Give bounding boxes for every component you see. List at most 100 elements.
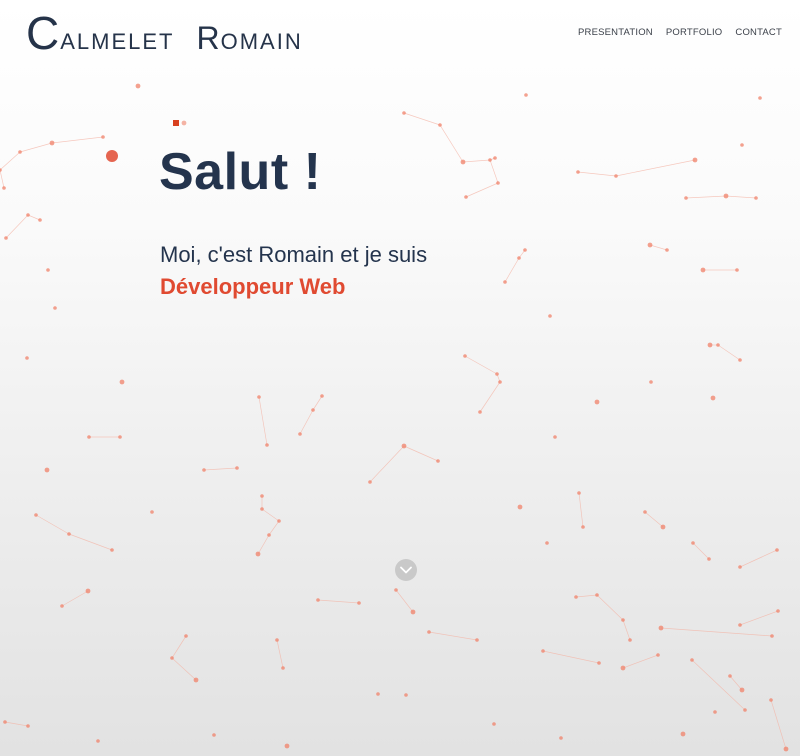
particle-link [462,159,491,163]
particle-dot [110,548,114,552]
particle-dot [692,157,698,163]
logo-first-rest: ALMELET [60,29,175,54]
particle-link [261,508,280,522]
particle-dot [150,510,154,514]
particle-link [5,214,29,239]
particle-dot [735,268,739,272]
particle-dot [463,354,467,358]
particle-dot [738,623,742,627]
scroll-down-button[interactable] [395,559,417,581]
particle-dot [311,408,315,412]
particle-link [257,534,270,555]
particle-dot [118,435,122,439]
nav-presentation[interactable]: PRESENTATION [578,27,653,38]
particle-link [51,136,104,144]
particle-dot [96,739,100,743]
particle-dot [690,658,694,662]
particle-dot [135,83,141,89]
particle-link [542,650,600,664]
particle-dot [368,480,372,484]
particle-dot [401,443,407,449]
particle-dot [743,708,747,712]
particle-dot [235,466,239,470]
particle-dot [478,410,482,414]
particle-dot [281,666,285,670]
particle-dot [707,342,713,348]
particle-dot [26,724,30,728]
particle-dot [574,595,578,599]
particle-link [596,594,624,621]
particle-dot [503,280,507,284]
particle-dot [46,268,50,272]
particle-link [622,654,659,669]
particle-dot [495,372,499,376]
particle-dot [2,186,6,190]
particle-dot [553,435,557,439]
particle-dot [595,593,599,597]
particle-dot [524,93,528,97]
particle-dot [523,248,527,252]
nav-portfolio[interactable]: PORTFOLIO [666,27,723,38]
particle-dot [255,551,261,557]
particle-dot [101,135,105,139]
particle-dot [436,459,440,463]
particle-dot [38,218,42,222]
site-logo[interactable]: C ALMELET R OMAIN [26,10,303,61]
particle-link [622,619,631,641]
particle-dot [728,674,732,678]
particle-dot [691,541,695,545]
particle-dot [680,731,686,737]
particle-dot [656,653,660,657]
particle-link [0,151,21,171]
particle-dot [710,395,716,401]
particle-dot [628,638,632,642]
particle-link [61,590,89,607]
logo-last-initial: R [196,20,221,56]
particle-dot [621,618,625,622]
particle-dot [184,634,188,638]
particle-dot [119,379,125,385]
particle-link [649,244,668,251]
particle-link [489,159,499,184]
particle-dot [320,394,324,398]
particle-dot [775,548,779,552]
particle-dot [49,140,55,146]
particle-link [739,610,779,626]
particle-highlight [106,150,118,162]
particle-dot [284,743,290,749]
particle-link [19,142,53,153]
particle-link [428,631,478,641]
particle-link [27,214,41,221]
particle-dot [267,533,271,537]
particle-dot [260,507,264,511]
nav-contact[interactable]: CONTACT [735,27,782,38]
particle-dot [707,557,711,561]
particle-dot [594,399,600,405]
particle-dot [577,491,581,495]
particle-dot [460,159,466,165]
particle-dot [776,609,780,613]
particle-dot [475,638,479,642]
particle-link [268,520,280,536]
particle-dot [438,123,442,127]
particle-dot [665,248,669,252]
particle-link [299,409,314,435]
particle-link [770,699,787,750]
particle-link [369,445,405,483]
particle-dot [738,358,742,362]
particle-dot [265,443,269,447]
particle-dot [597,661,601,665]
particle-dot [576,170,580,174]
particle-dot [44,467,50,473]
particle-link [465,182,499,198]
particle-link [0,169,5,189]
particle-link [171,635,187,659]
hero-title: Salut ! [159,143,322,201]
particle-link [717,344,741,361]
logo-last-rest: OMAIN [220,29,303,54]
particle-dot [25,356,29,360]
particle-dot [402,111,406,115]
particle-dot [541,649,545,653]
particle-dot [26,213,30,217]
particle-dot [548,314,552,318]
